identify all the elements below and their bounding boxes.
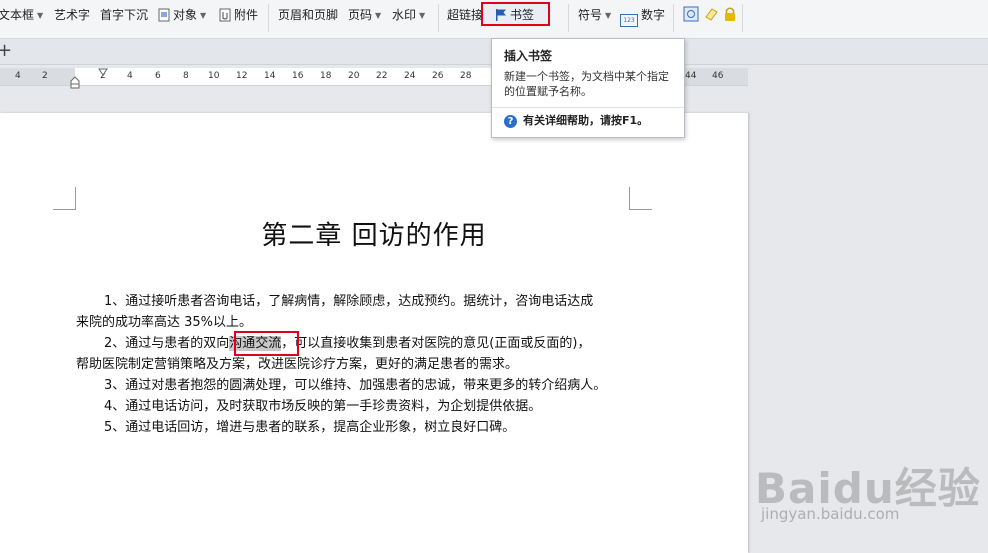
tooltip-description: 新建一个书签，为文档中某个指定的位置赋予名称。	[504, 70, 669, 98]
tooltip-divider	[492, 107, 684, 108]
object-button[interactable]: 对象 ▼	[157, 6, 206, 24]
toolbar-separator	[438, 4, 439, 32]
chevron-down-icon: ▼	[605, 11, 612, 20]
lock-button[interactable]	[723, 6, 737, 24]
margin-corner-marker	[53, 187, 76, 210]
toolbar-separator	[742, 4, 743, 32]
toolbar-separator	[673, 4, 674, 32]
ruler-number: 46	[712, 71, 724, 81]
document-page[interactable]: 第二章 回访的作用 1、通过接听患者咨询电话，了解病情，解除顾虑，达成预约。据统…	[0, 113, 748, 553]
page-number-button[interactable]: 页码 ▼	[348, 6, 381, 24]
toolbar-separator	[568, 4, 569, 32]
tooltip-help-text: 有关详细帮助，请按F1。	[523, 114, 649, 127]
art-text-button[interactable]: 艺术字	[54, 6, 90, 24]
object-label: 对象	[173, 8, 198, 22]
flag-icon	[496, 9, 506, 21]
symbol-label: 符号	[578, 8, 603, 22]
tooltip-title: 插入书签	[504, 49, 553, 63]
hyperlink-label: 超链接	[447, 8, 484, 22]
paragraph-line: 帮助医院制定营销策略及方案，改进医院诊疗方案，更好的满足患者的需求。	[76, 357, 519, 372]
ruler-number: 14	[264, 71, 276, 81]
ruler-number: 10	[208, 71, 220, 81]
first-line-indent-marker-icon[interactable]	[98, 68, 108, 78]
watermark-label: 水印	[392, 8, 417, 22]
number-label: 数字	[641, 8, 666, 22]
ruler-number: 18	[320, 71, 332, 81]
paragraph-line: 5、通过电话回访，增进与患者的联系，提高企业形象，树立良好口碑。	[104, 420, 516, 435]
eraser-icon	[705, 8, 718, 21]
ruler-number: 8	[183, 71, 189, 81]
new-tab-button[interactable]: +	[0, 40, 12, 62]
selection-highlight-box	[234, 331, 299, 356]
ribbon-toolbar: 文本框 ▼ 艺术字 首字下沉 对象 ▼ 附件 页眉和页脚 页码 ▼ 水印 ▼ 超链接 书…	[0, 0, 988, 39]
field-icon	[683, 6, 699, 22]
tooltip-help: ? 有关详细帮助，请按F1。	[504, 112, 648, 128]
ruler-number: 2	[42, 71, 48, 81]
attachment-label: 附件	[234, 8, 259, 22]
toolbar-separator	[268, 4, 269, 32]
art-text-label: 艺术字	[54, 8, 91, 22]
page-title: 第二章 回访的作用	[261, 221, 487, 251]
watermark-url: jingyan.baidu.com	[761, 505, 900, 523]
page-number-label: 页码	[348, 8, 373, 22]
ruler-number: 12	[236, 71, 248, 81]
ruler-number: 16	[292, 71, 304, 81]
header-footer-label: 页眉和页脚	[278, 8, 339, 22]
ruler-number: 4	[127, 71, 133, 81]
baidu-watermark: Baidu经验 jingyan.baidu.com	[755, 455, 981, 523]
header-footer-button[interactable]: 页眉和页脚	[278, 6, 338, 24]
bookmark-tooltip: 插入书签 新建一个书签，为文档中某个指定的位置赋予名称。 ? 有关详细帮助，请按F…	[491, 38, 685, 138]
chevron-down-icon: ▼	[375, 11, 382, 20]
drop-cap-button[interactable]: 首字下沉	[100, 6, 148, 24]
drop-cap-label: 首字下沉	[100, 8, 149, 22]
symbol-button[interactable]: 符号 ▼	[578, 6, 611, 24]
ruler-number: 26	[432, 71, 444, 81]
watermark-button[interactable]: 水印 ▼	[392, 6, 425, 24]
chevron-down-icon: ▼	[200, 11, 207, 20]
ruler-number: 6	[155, 71, 161, 81]
ruler-number: 24	[404, 71, 416, 81]
ruler-number: 44	[685, 71, 697, 81]
ruler-left-margin	[0, 68, 75, 85]
attachment-icon	[219, 8, 231, 22]
eraser-button[interactable]	[703, 6, 719, 24]
hanging-indent-marker-icon[interactable]	[70, 76, 80, 90]
text-box-label: 文本框	[0, 8, 35, 22]
ruler-number: 20	[348, 71, 360, 81]
chevron-down-icon: ▼	[37, 11, 44, 20]
object-icon	[158, 8, 170, 22]
field-button[interactable]	[683, 6, 699, 24]
text-box-button[interactable]: 文本框 ▼	[0, 6, 43, 24]
paragraph-line: 4、通过电话访问，及时获取市场反映的第一手珍贵资料，为企划提供依据。	[104, 399, 542, 414]
chevron-down-icon: ▼	[419, 11, 426, 20]
paragraph-line: 1、通过接听患者咨询电话，了解病情，解除顾虑，达成预约。据统计，咨询电话达成	[104, 294, 594, 309]
lock-icon	[725, 7, 735, 21]
paragraph-line: 2、通过与患者的双向沟通交流，可以直接收集到患者对医院的意见(正面或反面的)，	[104, 333, 590, 354]
paragraph-text: ，可以直接收集到患者对医院的意见(正面或反面的)，	[281, 336, 591, 351]
hyperlink-button[interactable]: 超链接	[447, 6, 483, 24]
ruler-number: 22	[376, 71, 388, 81]
paragraph-line: 来院的成功率高达 35%以上。	[76, 315, 253, 330]
paragraph-line: 3、通过对患者抱怨的圆满处理，可以维持、加强患者的忠诚，带来更多的转介绍病人。	[104, 378, 607, 393]
number-button[interactable]: 123 数字	[620, 6, 666, 27]
ruler-number: 4	[15, 71, 21, 81]
bookmark-button[interactable]: 书签	[494, 6, 534, 24]
ruler-number: 28	[460, 71, 472, 81]
margin-corner-marker	[629, 187, 652, 210]
attachment-button[interactable]: 附件	[218, 6, 258, 24]
number-icon: 123	[620, 14, 638, 27]
paragraph-text: 2、通过与患者的双向	[104, 336, 230, 351]
help-icon: ?	[504, 115, 517, 128]
bookmark-label: 书签	[510, 8, 535, 22]
